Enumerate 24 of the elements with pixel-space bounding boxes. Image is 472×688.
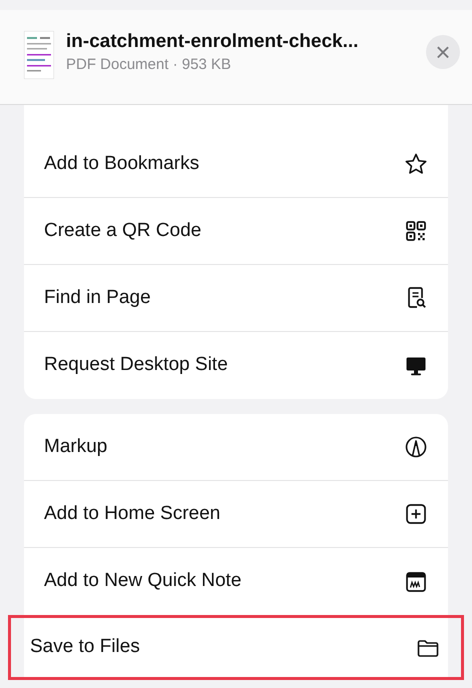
note-icon [404, 570, 428, 594]
menu-item[interactable]: Add to New Quick Note [24, 548, 448, 615]
menu-item-label: Add to New Quick Note [44, 569, 242, 594]
add-square-icon [404, 502, 428, 526]
file-name: in-catchment-enrolment-check... [66, 30, 360, 54]
document-thumbnail-icon [24, 31, 54, 79]
menu-item[interactable]: Add to Home Screen [24, 481, 448, 548]
star-icon [404, 152, 428, 176]
menu-item-label: Markup [44, 434, 108, 459]
menu-item[interactable]: Add to Bookmarks [24, 131, 448, 198]
menu-item-label: Request Desktop Site [44, 353, 228, 378]
menu-item[interactable]: Find in Page [24, 265, 448, 332]
menu-item[interactable]: Markup [24, 414, 448, 481]
menu-item[interactable]: Request Desktop Site [24, 332, 448, 399]
pen-nib-icon [404, 435, 428, 459]
menu-item-label: Add to Home Screen [44, 502, 220, 526]
menu-item[interactable]: Create a QR Code [24, 198, 448, 265]
menu-item-label: Create a QR Code [44, 218, 202, 243]
menu-item[interactable]: Save to Files [8, 615, 464, 680]
menu-item-label: Find in Page [44, 286, 151, 310]
file-details: PDF Document · 953 KB [66, 55, 232, 75]
qr-code-icon [404, 219, 428, 243]
menu-item-label: Save to Files [30, 635, 140, 660]
menu-item-label: Add to Bookmarks [44, 152, 200, 176]
